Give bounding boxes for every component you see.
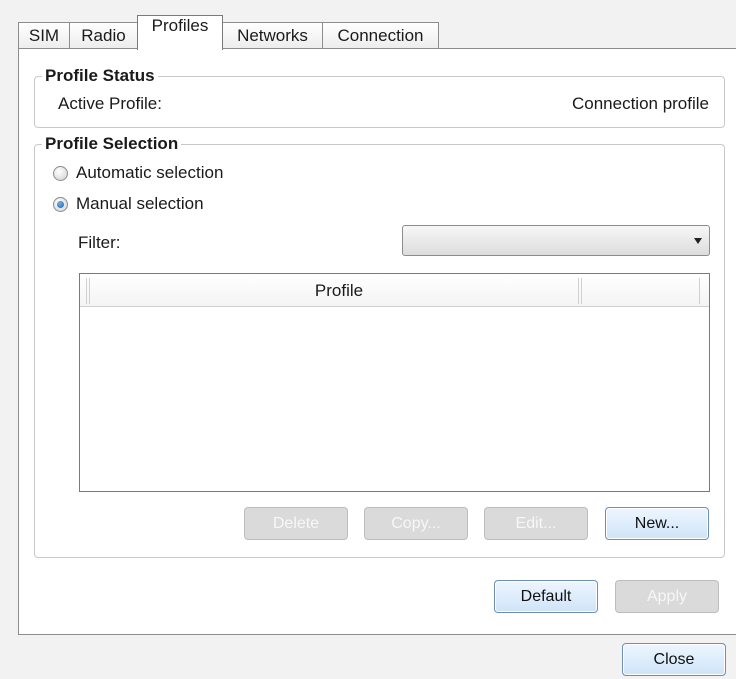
tab-sim[interactable]: SIM xyxy=(18,22,70,49)
profile-table[interactable]: Profile xyxy=(79,273,710,492)
active-profile-label: Active Profile: xyxy=(58,94,162,113)
delete-button[interactable]: Delete xyxy=(244,507,348,540)
column-header-profile[interactable]: Profile xyxy=(100,281,578,301)
default-button[interactable]: Default xyxy=(494,580,598,613)
profile-status-group: Profile Status Active Profile: Connectio… xyxy=(34,66,725,128)
filter-dropdown[interactable] xyxy=(402,225,710,256)
tab-strip: SIM Radio Profiles Networks Connection xyxy=(18,14,439,50)
column-separator xyxy=(699,278,700,304)
filter-label: Filter: xyxy=(78,233,121,252)
automatic-selection-radio[interactable]: Automatic selection xyxy=(53,163,223,183)
radio-checked-icon xyxy=(53,196,68,212)
profile-status-title: Profile Status xyxy=(42,66,158,86)
copy-button[interactable]: Copy... xyxy=(364,507,468,540)
chevron-down-icon xyxy=(694,238,702,244)
dialog-window: SIM Radio Profiles Networks Connection P… xyxy=(0,0,736,679)
manual-selection-label: Manual selection xyxy=(76,194,204,213)
automatic-selection-label: Automatic selection xyxy=(76,163,224,182)
tab-networks[interactable]: Networks xyxy=(222,22,323,49)
edit-button[interactable]: Edit... xyxy=(484,507,588,540)
column-separator xyxy=(89,278,90,304)
column-separator xyxy=(581,278,582,304)
apply-button[interactable]: Apply xyxy=(615,580,719,613)
new-button[interactable]: New... xyxy=(605,507,709,540)
column-separator xyxy=(86,278,87,304)
radio-unchecked-icon xyxy=(53,165,68,181)
active-profile-value: Connection profile xyxy=(571,94,709,113)
tab-profiles[interactable]: Profiles xyxy=(137,15,223,50)
tab-radio[interactable]: Radio xyxy=(69,22,138,49)
tab-connection[interactable]: Connection xyxy=(322,22,439,49)
close-button[interactable]: Close xyxy=(622,643,726,676)
table-header: Profile xyxy=(80,274,709,307)
manual-selection-radio[interactable]: Manual selection xyxy=(53,194,204,214)
column-separator xyxy=(578,278,579,304)
profile-selection-group: Profile Selection Automatic selection Ma… xyxy=(34,134,725,558)
profile-selection-title: Profile Selection xyxy=(42,134,182,154)
profiles-panel: Profile Status Active Profile: Connectio… xyxy=(18,48,736,635)
